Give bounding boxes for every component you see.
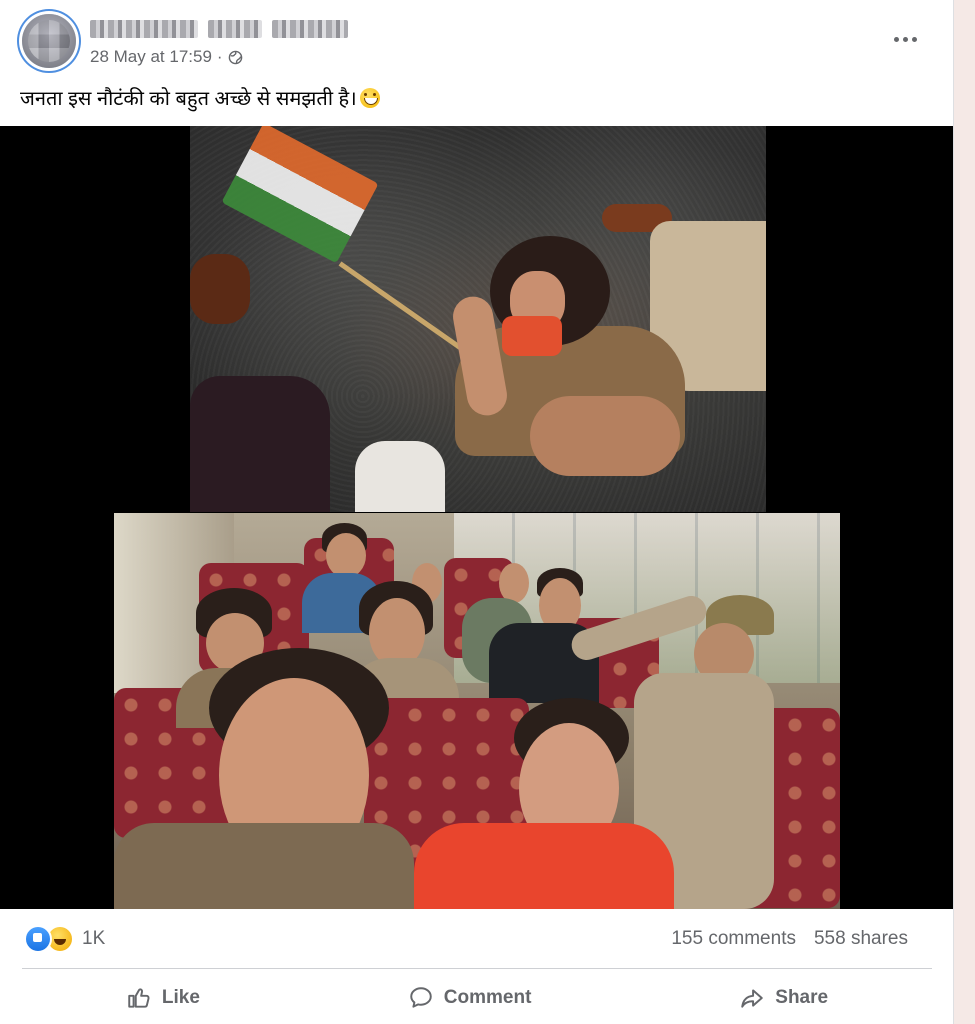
post-meta: 28 May at 17:59 · xyxy=(90,47,243,67)
share-button[interactable]: Share xyxy=(739,985,828,1011)
comment-button[interactable]: Comment xyxy=(408,985,532,1011)
like-button[interactable]: Like xyxy=(126,985,200,1011)
page-edge xyxy=(954,0,975,1024)
post-card: 28 May at 17:59 · जनता इस नौटंकी को बहुत… xyxy=(0,0,954,1024)
reactions-summary[interactable]: 1K xyxy=(24,925,105,953)
globe-icon xyxy=(228,50,242,64)
comments-count[interactable]: 155 comments xyxy=(671,928,796,950)
share-label: Share xyxy=(775,987,829,1008)
divider xyxy=(22,968,932,969)
bus-selfie-photo xyxy=(114,513,840,909)
post-text: जनता इस नौटंकी को बहुत अच्छे से समझती है… xyxy=(20,84,380,111)
grinning-face-icon xyxy=(359,87,380,108)
meta-separator: · xyxy=(216,47,223,66)
engagement-counts: 155 comments 558 shares xyxy=(671,928,908,950)
thumbs-up-icon xyxy=(128,988,150,1008)
more-options-icon[interactable] xyxy=(884,26,926,52)
profile-avatar[interactable] xyxy=(22,14,76,68)
like-icon xyxy=(24,925,52,953)
comment-label: Comment xyxy=(443,987,532,1008)
post-image[interactable] xyxy=(0,126,953,909)
post-timestamp[interactable]: 28 May at 17:59 xyxy=(90,47,212,67)
like-label: Like xyxy=(161,987,200,1008)
action-bar: Like Comment Share xyxy=(22,978,932,1018)
post-message: जनता इस नौटंकी को बहुत अच्छे से समझती है… xyxy=(20,88,357,110)
comment-icon xyxy=(410,987,432,1008)
author-name-blurred[interactable] xyxy=(90,20,348,38)
share-arrow-icon xyxy=(741,989,763,1008)
protest-photo xyxy=(190,126,766,512)
shares-count[interactable]: 558 shares xyxy=(814,928,908,950)
reaction-count[interactable]: 1K xyxy=(82,928,105,950)
